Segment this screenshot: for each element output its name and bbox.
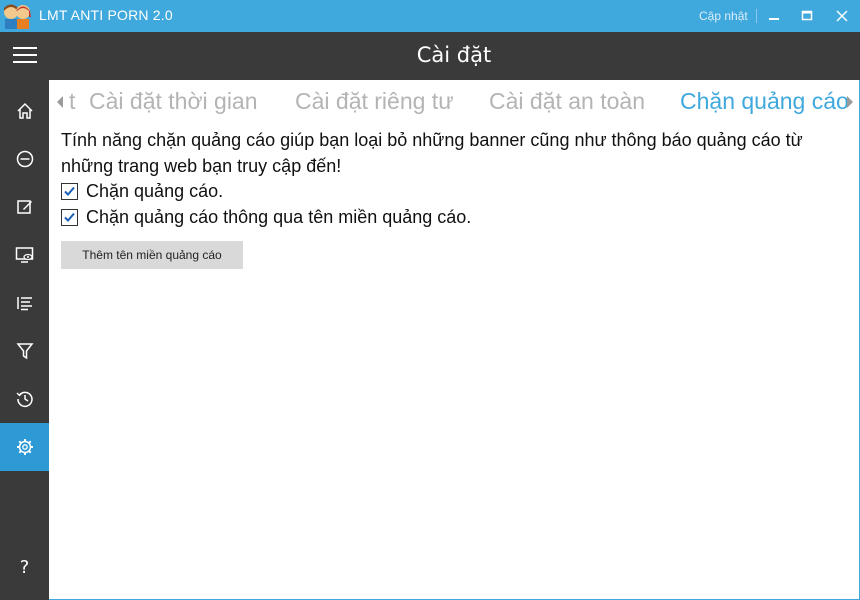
option-label: Chặn quảng cáo thông qua tên miền quảng … [86, 207, 472, 227]
monitor-eye-icon [15, 247, 33, 263]
sidebar-item-help[interactable]: ? [0, 543, 49, 591]
title-bar: LMT ANTI PORN 2.0 Cập nhật [0, 0, 860, 32]
option-block-ads[interactable]: Chặn quảng cáo. [61, 181, 223, 202]
checkmark-icon [64, 186, 75, 196]
maximize-button[interactable] [791, 0, 823, 32]
sidebar-item-list[interactable] [0, 279, 49, 327]
add-ad-domain-button[interactable]: Thêm tên miền quảng cáo [61, 241, 243, 269]
app-title: LMT ANTI PORN 2.0 [39, 7, 173, 23]
gear-icon [16, 439, 33, 455]
feature-description: Tính năng chặn quảng cáo giúp bạn loại b… [61, 130, 803, 176]
checkbox-block-ad-domains[interactable] [61, 209, 78, 226]
update-link[interactable]: Cập nhật [699, 9, 748, 23]
block-icon [16, 150, 33, 168]
help-icon: ? [19, 556, 30, 578]
tab-ad-blocking[interactable]: Chặn quảng cáo [680, 88, 848, 115]
checkmark-icon [64, 212, 75, 222]
tab-safety-settings[interactable]: Cài đặt an toàn [489, 88, 645, 115]
titlebar-divider [756, 9, 757, 23]
sidebar-item-settings[interactable] [0, 423, 49, 471]
minimize-button[interactable] [758, 0, 790, 32]
sidebar-item-home[interactable] [0, 87, 49, 135]
close-icon [836, 10, 848, 22]
filter-icon [15, 343, 34, 360]
sidebar-item-block[interactable] [0, 135, 49, 183]
option-block-ad-domains[interactable]: Chặn quảng cáo thông qua tên miền quảng … [61, 207, 471, 228]
page-title: Cài đặt [416, 43, 492, 67]
app-logo-icon [4, 4, 31, 29]
tab-partial[interactable]: t [69, 88, 75, 115]
edit-icon [16, 200, 32, 214]
minimize-icon [769, 18, 779, 20]
checkbox-block-ads[interactable] [61, 183, 78, 200]
home-icon [16, 102, 33, 119]
close-button[interactable] [826, 0, 858, 32]
sidebar: ? [0, 80, 49, 600]
tab-strip: t Cài đặt thời gian Cài đặt riêng tư Cài… [58, 86, 848, 122]
sidebar-item-filter[interactable] [0, 327, 49, 375]
tab-privacy-settings[interactable]: Cài đặt riêng tư [295, 88, 454, 115]
tab-scroll-right-icon[interactable] [847, 96, 853, 108]
sidebar-item-monitor[interactable] [0, 231, 49, 279]
history-icon [16, 391, 33, 408]
sidebar-item-edit[interactable] [0, 183, 49, 231]
list-icon [16, 297, 32, 311]
maximize-icon [801, 10, 813, 21]
option-label: Chặn quảng cáo. [86, 181, 224, 201]
tab-time-settings[interactable]: Cài đặt thời gian [89, 88, 258, 115]
sidebar-item-history[interactable] [0, 375, 49, 423]
